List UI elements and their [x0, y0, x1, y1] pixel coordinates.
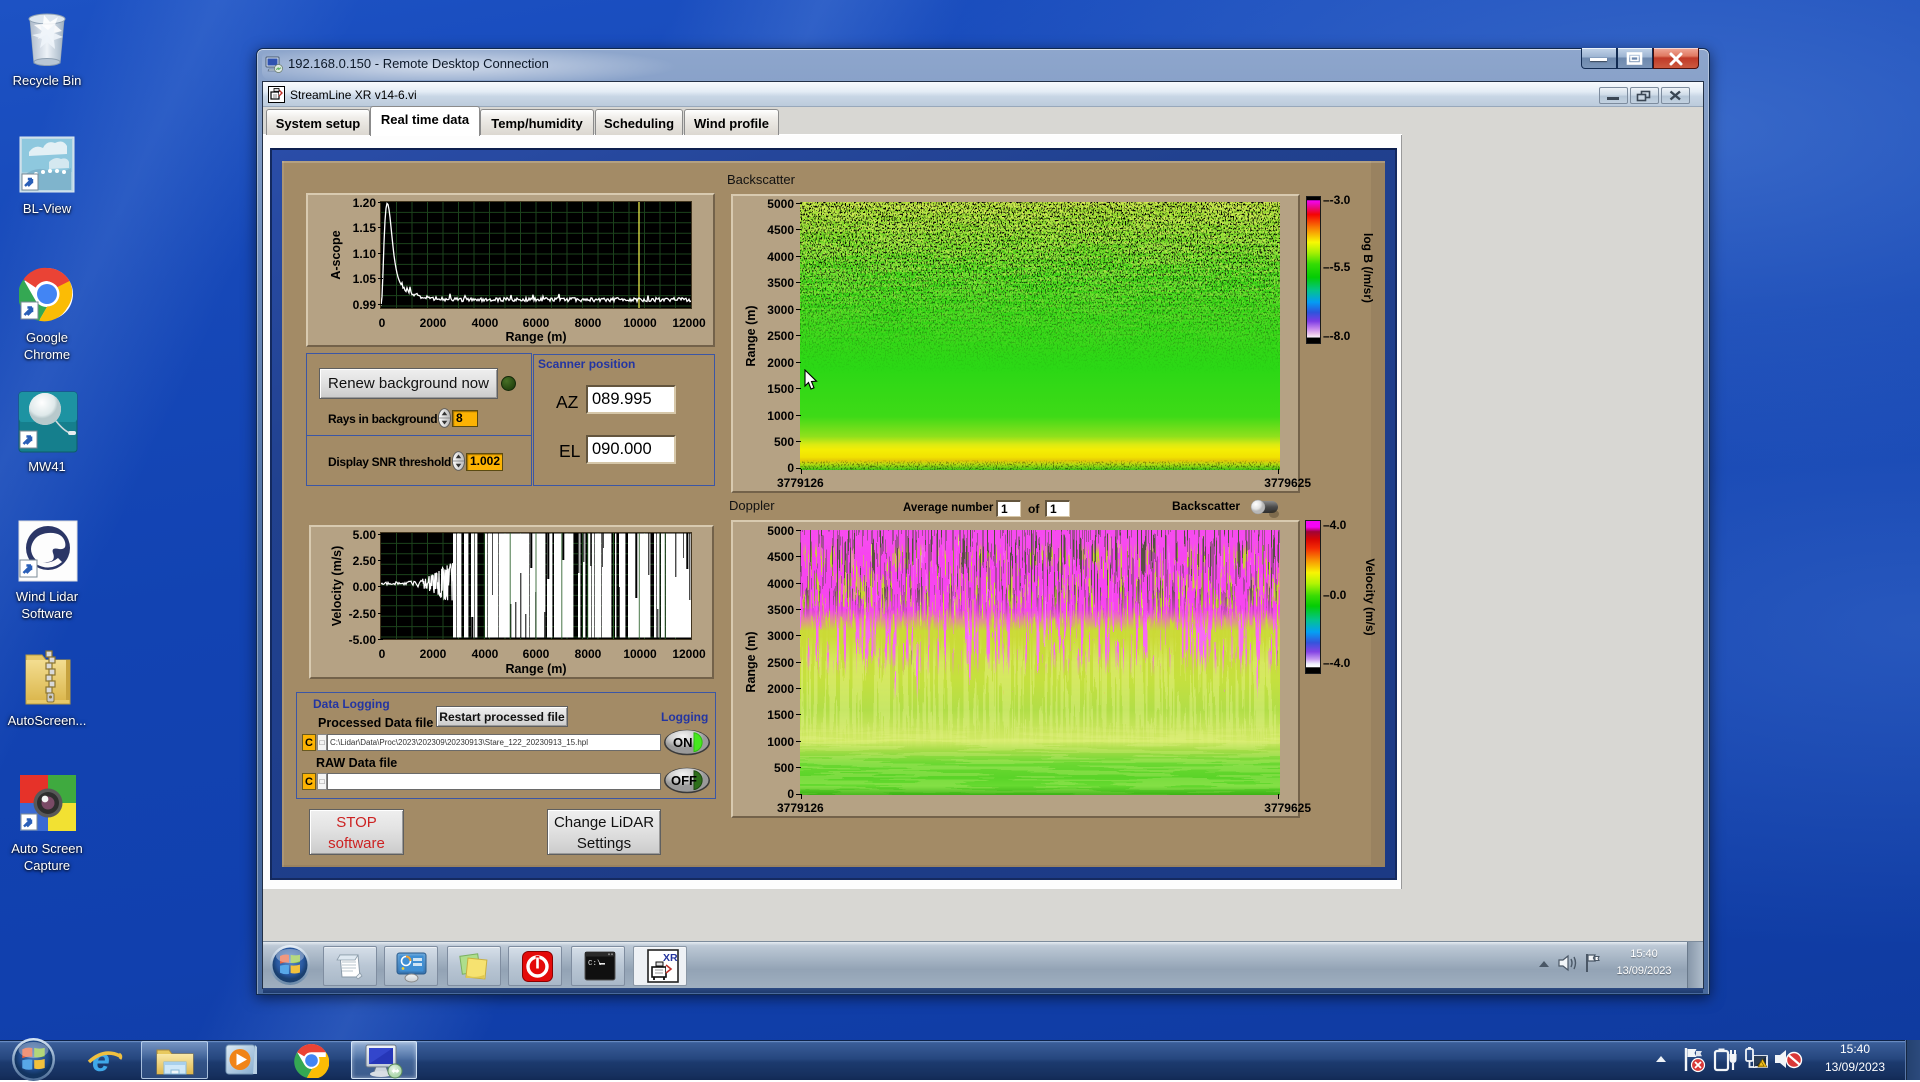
svg-text:e: e — [92, 1042, 110, 1078]
svg-text:ON: ON — [673, 735, 693, 750]
svg-text:XR: XR — [663, 952, 678, 964]
svg-text:OFF: OFF — [671, 773, 697, 788]
